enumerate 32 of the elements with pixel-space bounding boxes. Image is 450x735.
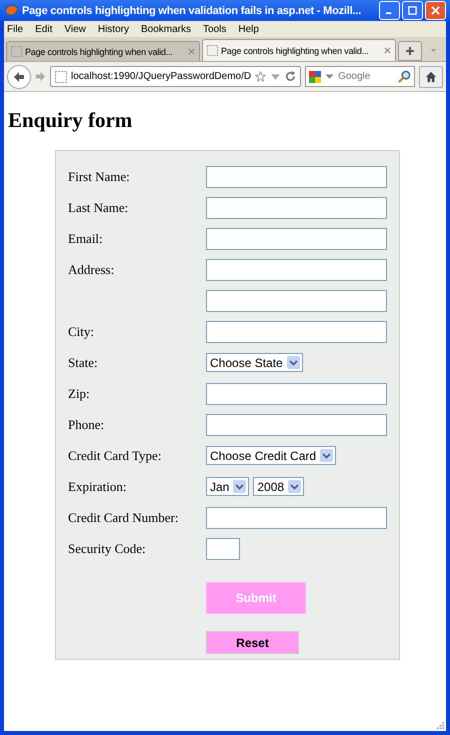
field-label: Last Name: xyxy=(68,200,128,214)
address-bar[interactable]: localhost:1990/JQueryPasswordDemo/D xyxy=(50,66,302,87)
menu-item[interactable]: Edit xyxy=(35,24,52,34)
field-label: Email: xyxy=(68,230,103,246)
dropdown[interactable]: Choose State xyxy=(206,353,303,372)
menu-item[interactable]: History xyxy=(98,24,129,34)
menu-item[interactable]: Bookmarks xyxy=(140,24,191,34)
tab-title: Page controls highlighting when valid... xyxy=(25,46,174,56)
browser-tab[interactable]: Page controls highlighting when valid... xyxy=(6,41,200,61)
field-label: Phone: xyxy=(68,416,104,432)
search-bar[interactable]: Google xyxy=(305,66,415,87)
menu-item[interactable]: View xyxy=(64,24,86,34)
menu-item[interactable]: File xyxy=(7,24,24,34)
field-label: Credit Card Number: xyxy=(68,510,178,524)
dropdown[interactable]: Jan xyxy=(206,477,250,496)
tab-title: Page controls highlighting when valid... xyxy=(221,46,370,56)
field-label: Credit Card Type: xyxy=(68,448,162,462)
field-label: State: xyxy=(68,354,98,370)
field-label: Zip: xyxy=(68,386,90,400)
window-title: Page controls highlighting when validation fails in asp.net - Mozill... xyxy=(22,4,362,16)
field-label: Security Code: xyxy=(68,540,146,556)
dropdown[interactable]: 2008 xyxy=(253,477,304,496)
menu-item[interactable]: Help xyxy=(238,24,259,34)
field-label: City: xyxy=(68,324,94,338)
menu-item[interactable]: Tools xyxy=(203,24,226,34)
field-label: Expiration: xyxy=(68,478,126,494)
field-label: Address: xyxy=(68,262,114,276)
form-button[interactable]: Reset xyxy=(206,631,299,654)
page-heading: Enquiry form xyxy=(8,108,134,133)
dropdown[interactable]: Choose Credit Card xyxy=(206,446,336,465)
browser-tab[interactable]: Page controls highlighting when valid... xyxy=(202,39,396,61)
field-label: First Name: xyxy=(68,168,130,184)
